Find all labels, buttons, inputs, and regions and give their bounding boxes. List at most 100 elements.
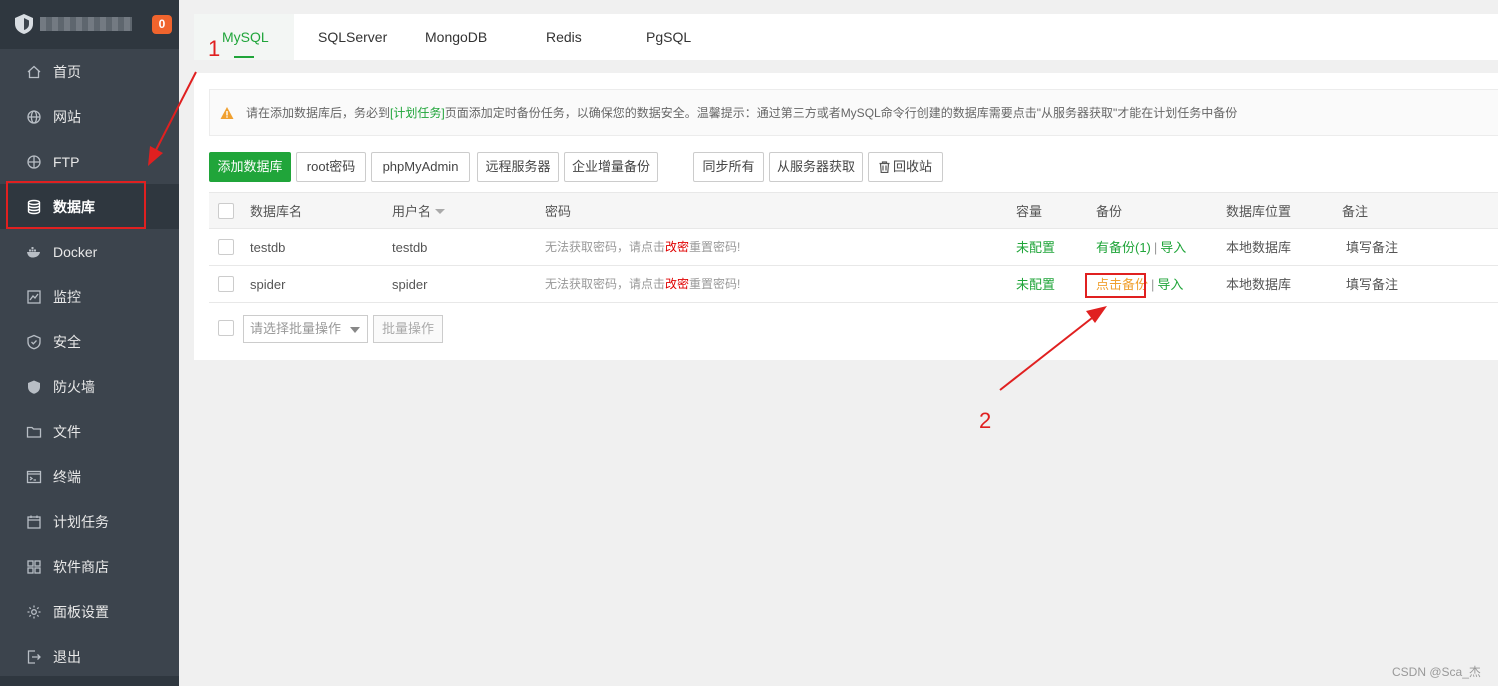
docker-icon xyxy=(26,244,42,260)
annotation-step-2: 2 xyxy=(979,408,992,433)
sidebar-item-label: FTP xyxy=(53,153,80,170)
remote-server-button[interactable]: 远程服务器 xyxy=(477,152,559,182)
db-capacity[interactable]: 未配置 xyxy=(1016,229,1055,266)
backup-link[interactable]: 有备份(1) xyxy=(1096,240,1151,255)
annotation-step-1: 1 xyxy=(208,36,221,61)
cron-task-link[interactable]: [计划任务] xyxy=(390,104,445,121)
db-password: 无法获取密码，请点击改密重置密码! xyxy=(545,229,740,266)
click-backup-link[interactable]: 点击备份 xyxy=(1096,277,1148,292)
sidebar-item-label: 软件商店 xyxy=(53,558,109,575)
db-note[interactable]: 填写备注 xyxy=(1346,266,1398,303)
sidebar-item-security[interactable]: 安全 xyxy=(0,319,179,364)
tip-text-after: 页面添加定时备份任务，以确保您的数据安全。温馨提示：通过第三方或者MySQL命令… xyxy=(444,106,1238,120)
database-type-tabs: MySQL SQLServer MongoDB Redis PgSQL xyxy=(194,14,1498,60)
separator: | xyxy=(1153,240,1158,255)
firewall-icon xyxy=(26,379,42,395)
trash-icon xyxy=(879,161,890,173)
tab-pgsql[interactable]: PgSQL xyxy=(646,14,691,60)
sidebar-item-label: 网站 xyxy=(53,108,81,125)
sidebar-item-label: 防火墙 xyxy=(53,378,95,395)
sidebar-item-website[interactable]: 网站 xyxy=(0,94,179,139)
select-all-checkbox[interactable] xyxy=(218,203,234,219)
phpmyadmin-button[interactable]: phpMyAdmin xyxy=(371,152,470,182)
sidebar-item-firewall[interactable]: 防火墙 xyxy=(0,364,179,409)
fetch-from-server-button[interactable]: 从服务器获取 xyxy=(769,152,863,182)
table-row: spider spider 无法获取密码，请点击改密重置密码! 未配置 点击备份… xyxy=(209,266,1498,303)
username-blurred xyxy=(40,17,132,31)
db-backup: 有备份(1) | 导入 xyxy=(1096,229,1186,266)
database-icon xyxy=(26,199,42,215)
table-header-row: 数据库名 用户名 密码 容量 备份 数据库位置 备注 xyxy=(209,192,1498,229)
sidebar-item-label: 安全 xyxy=(53,333,81,350)
header-password: 密码 xyxy=(545,204,572,219)
header-note: 备注 xyxy=(1342,204,1369,219)
ftp-icon xyxy=(26,154,42,170)
sidebar-item-ftp[interactable]: FTP xyxy=(0,139,179,184)
home-icon xyxy=(26,64,42,80)
sidebar: 0 首页 网站 FTP 数据库 Docker 监控 安全 防火墙 文件 终端 计… xyxy=(0,0,179,686)
watermark: CSDN @Sca_杰 xyxy=(1392,665,1481,679)
header-location: 数据库位置 xyxy=(1226,204,1292,219)
sidebar-item-terminal[interactable]: 终端 xyxy=(0,454,179,499)
sidebar-item-monitor[interactable]: 监控 xyxy=(0,274,179,319)
recycle-bin-label: 回收站 xyxy=(892,159,932,174)
tip-text-before: 请在添加数据库后，务必到 xyxy=(246,106,391,120)
header-user[interactable]: 用户名 xyxy=(392,193,446,230)
db-password: 无法获取密码，请点击改密重置密码! xyxy=(545,266,740,303)
change-password-link[interactable]: 改密 xyxy=(665,277,689,291)
tab-redis[interactable]: Redis xyxy=(546,14,582,60)
sidebar-item-label: 监控 xyxy=(53,288,81,305)
database-table: 数据库名 用户名 密码 容量 备份 数据库位置 备注 testdb testdb… xyxy=(209,192,1498,303)
sync-all-button[interactable]: 同步所有 xyxy=(693,152,764,182)
recycle-bin-button[interactable]: 回收站 xyxy=(868,152,943,182)
sidebar-item-database[interactable]: 数据库 xyxy=(0,184,179,229)
db-location: 本地数据库 xyxy=(1226,240,1292,255)
db-capacity[interactable]: 未配置 xyxy=(1016,266,1055,303)
import-link[interactable]: 导入 xyxy=(1157,277,1183,292)
db-backup: 点击备份 | 导入 xyxy=(1096,266,1183,303)
batch-operation-select[interactable]: 请选择批量操作 xyxy=(243,315,368,343)
chevron-down-icon xyxy=(350,327,360,333)
sidebar-item-label: 退出 xyxy=(53,648,81,665)
sidebar-footer xyxy=(0,676,179,686)
terminal-icon xyxy=(26,469,42,485)
sidebar-nav: 首页 网站 FTP 数据库 Docker 监控 安全 防火墙 文件 终端 计划任… xyxy=(0,49,179,679)
sidebar-item-logout[interactable]: 退出 xyxy=(0,634,179,679)
header-name: 数据库名 xyxy=(250,204,303,219)
sidebar-item-docker[interactable]: Docker xyxy=(0,229,179,274)
sidebar-item-files[interactable]: 文件 xyxy=(0,409,179,454)
sidebar-item-label: 数据库 xyxy=(53,198,95,215)
sidebar-item-label: 计划任务 xyxy=(53,513,109,530)
db-name: spider xyxy=(250,277,286,292)
db-location: 本地数据库 xyxy=(1226,277,1292,292)
sidebar-header: 0 xyxy=(0,0,179,49)
header-user-label: 用户名 xyxy=(392,204,432,219)
notification-badge[interactable]: 0 xyxy=(152,15,172,34)
password-hint: 无法获取密码，请点击 xyxy=(545,240,666,254)
backup-tip: 请在添加数据库后，务必到 [计划任务] 页面添加定时备份任务，以确保您的数据安全。温… xyxy=(209,89,1498,136)
sidebar-item-home[interactable]: 首页 xyxy=(0,49,179,94)
sidebar-item-appstore[interactable]: 软件商店 xyxy=(0,544,179,589)
sidebar-item-cron[interactable]: 计划任务 xyxy=(0,499,179,544)
import-link[interactable]: 导入 xyxy=(1160,240,1186,255)
sidebar-item-label: 首页 xyxy=(53,63,81,80)
sidebar-item-label: 文件 xyxy=(53,423,81,440)
tab-mongodb[interactable]: MongoDB xyxy=(425,14,487,60)
db-name: testdb xyxy=(250,240,286,255)
row-checkbox[interactable] xyxy=(218,276,234,292)
db-user: testdb xyxy=(392,240,428,255)
root-password-button[interactable]: root密码 xyxy=(296,152,366,182)
password-hint-after: 重置密码! xyxy=(689,277,741,291)
gear-icon xyxy=(26,604,42,620)
batch-select-placeholder: 请选择批量操作 xyxy=(250,321,342,336)
row-checkbox[interactable] xyxy=(218,239,234,255)
tab-sqlserver[interactable]: SQLServer xyxy=(318,14,387,60)
db-note[interactable]: 填写备注 xyxy=(1346,229,1398,266)
sidebar-item-settings[interactable]: 面板设置 xyxy=(0,589,179,634)
apps-icon xyxy=(26,559,42,575)
change-password-link[interactable]: 改密 xyxy=(665,240,689,254)
batch-operation-button[interactable]: 批量操作 xyxy=(373,315,443,343)
incremental-backup-button[interactable]: 企业增量备份 xyxy=(564,152,658,182)
batch-select-all-checkbox[interactable] xyxy=(218,320,234,336)
add-database-button[interactable]: 添加数据库 xyxy=(209,152,291,182)
